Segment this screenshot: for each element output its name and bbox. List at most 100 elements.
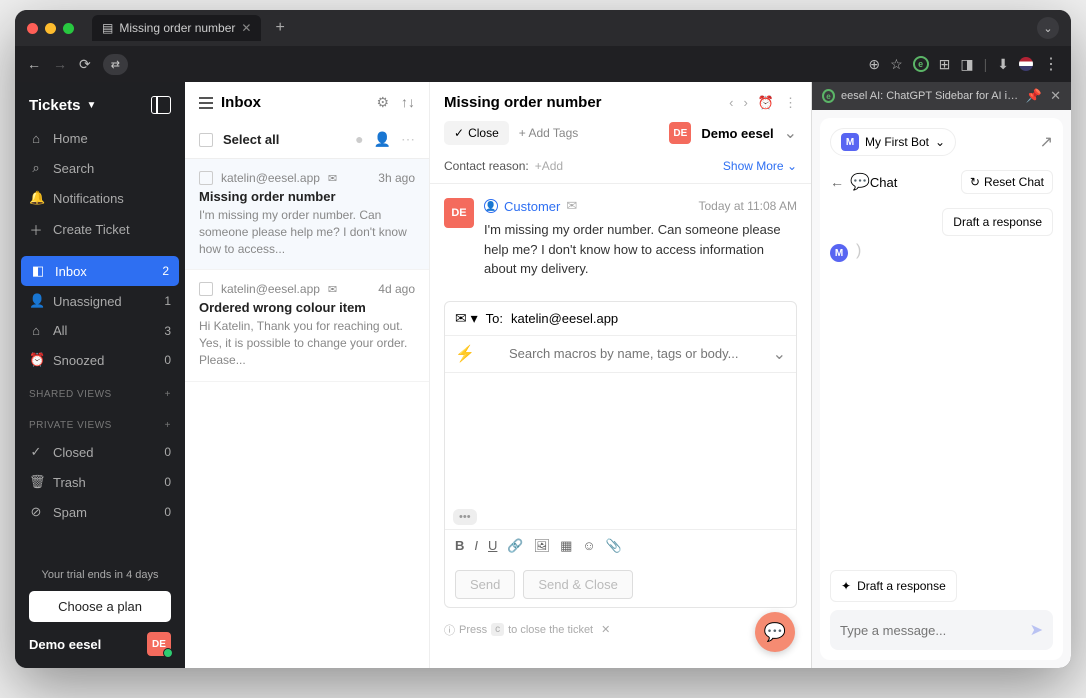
- pin-icon[interactable]: 📌: [1026, 88, 1042, 104]
- site-settings[interactable]: ⇄: [103, 54, 128, 75]
- profile-icon[interactable]: [1019, 57, 1033, 71]
- next-ticket[interactable]: ›: [743, 95, 747, 111]
- reload-button[interactable]: ⟳: [79, 56, 91, 73]
- sidepanel-icon[interactable]: ◨: [960, 56, 973, 73]
- link-button[interactable]: 🔗: [507, 538, 523, 554]
- ticket-checkbox[interactable]: [199, 171, 213, 185]
- browser-menu[interactable]: ⋮: [1043, 54, 1059, 74]
- count: 0: [164, 445, 171, 459]
- envelope-icon: ✉: [328, 283, 337, 296]
- sort-icon[interactable]: ↑↓: [401, 94, 415, 111]
- expand-icon[interactable]: ↗: [1040, 132, 1053, 152]
- avatar[interactable]: DE: [147, 632, 171, 656]
- select-all-checkbox[interactable]: [199, 133, 213, 147]
- assignee-name[interactable]: Demo eesel: [701, 126, 773, 141]
- label: Notifications: [53, 191, 124, 206]
- sidebar-nav-search[interactable]: ⌕Search: [15, 153, 185, 183]
- sidebar-nav-create-ticket[interactable]: ＋Create Ticket: [15, 213, 185, 246]
- eesel-extension-icon[interactable]: e: [913, 56, 929, 72]
- chevron-down-icon[interactable]: ▼: [86, 100, 96, 111]
- snooze-icon[interactable]: ⏰: [758, 95, 774, 111]
- italic-button[interactable]: I: [474, 538, 478, 553]
- dismiss-hint[interactable]: ✕: [601, 623, 610, 636]
- channel-selector[interactable]: ✉ ▾: [455, 310, 478, 327]
- bold-button[interactable]: B: [455, 538, 464, 553]
- toolbar-toggle[interactable]: •••: [453, 509, 477, 525]
- ticket-item[interactable]: katelin@eesel.app✉3h agoMissing order nu…: [185, 159, 429, 270]
- label: All: [53, 323, 67, 338]
- more-icon[interactable]: ⋯: [401, 131, 415, 148]
- refresh-icon: ↻: [970, 175, 980, 189]
- count: 3: [164, 324, 171, 338]
- send-message-button[interactable]: ➤: [1030, 620, 1043, 640]
- ticket-subject: Missing order number: [199, 189, 415, 204]
- ticket-item[interactable]: katelin@eesel.app✉4d agoOrdered wrong co…: [185, 270, 429, 381]
- ticket-from: katelin@eesel.app: [221, 171, 320, 185]
- close-sidebar-icon[interactable]: ✕: [1050, 88, 1061, 104]
- choose-plan-button[interactable]: Choose a plan: [29, 591, 171, 622]
- add-shared-view[interactable]: +: [165, 389, 171, 400]
- chevron-down-icon[interactable]: ⌄: [773, 344, 786, 364]
- forward-button[interactable]: →: [53, 56, 67, 72]
- sidebar-box-all[interactable]: ⌂All3: [15, 316, 185, 345]
- tabs-dropdown[interactable]: ⌄: [1037, 17, 1059, 39]
- inbox-title: Inbox: [221, 94, 261, 111]
- add-reason-button[interactable]: +Add: [535, 159, 563, 173]
- prev-ticket[interactable]: ‹: [729, 95, 733, 111]
- window-controls[interactable]: [27, 23, 74, 34]
- add-tags-button[interactable]: + Add Tags: [519, 126, 579, 140]
- reset-chat-button[interactable]: ↻Reset Chat: [961, 170, 1053, 194]
- sidebar-box-unassigned[interactable]: 👤Unassigned1: [15, 286, 185, 316]
- browser-tab[interactable]: ▤ Missing order number ✕: [92, 15, 261, 41]
- underline-button[interactable]: U: [488, 538, 497, 553]
- thread-menu[interactable]: ⋮: [784, 95, 797, 111]
- sidebar-box-snoozed[interactable]: ⏰Snoozed0: [15, 345, 185, 375]
- customer-link[interactable]: Customer: [504, 199, 560, 214]
- page-icon: ▤: [102, 21, 113, 35]
- close-icon[interactable]: ✕: [241, 21, 251, 35]
- to-value[interactable]: katelin@eesel.app: [511, 311, 618, 326]
- message-input[interactable]: [840, 623, 1030, 638]
- extensions-icon[interactable]: ⊞: [939, 56, 951, 73]
- filter-icon[interactable]: ⚙: [376, 94, 389, 111]
- macro-icon[interactable]: ⚡: [455, 344, 475, 364]
- compose-body[interactable]: [445, 373, 796, 503]
- sidebar-box-inbox[interactable]: ◧Inbox2: [21, 256, 179, 286]
- bookmark-icon[interactable]: ☆: [890, 56, 903, 73]
- icon: ⊘: [29, 504, 43, 520]
- zoom-icon[interactable]: ⊕: [868, 56, 880, 73]
- sidebar-nav-notifications[interactable]: 🔔Notifications: [15, 183, 185, 213]
- toggle-panel-icon[interactable]: [151, 96, 171, 114]
- bot-selector[interactable]: M My First Bot ⌄: [830, 128, 956, 156]
- status-icon[interactable]: ●: [355, 131, 363, 148]
- hint-key: c: [491, 623, 504, 636]
- new-tab-button[interactable]: +: [275, 19, 284, 37]
- ticket-checkbox[interactable]: [199, 282, 213, 296]
- send-button[interactable]: Send: [455, 570, 515, 599]
- sidebar-view-closed[interactable]: ✓Closed0: [15, 437, 185, 467]
- divider: |: [984, 56, 988, 72]
- macro-search-input[interactable]: [483, 346, 765, 361]
- chevron-down-icon[interactable]: ⌄: [784, 123, 797, 143]
- attach-button[interactable]: 📎: [606, 538, 622, 554]
- chat-fab[interactable]: 💬: [755, 612, 795, 652]
- sidebar-nav-home[interactable]: ⌂Home: [15, 124, 185, 153]
- sidebar-view-spam[interactable]: ⊘Spam0: [15, 497, 185, 527]
- video-button[interactable]: ▦: [560, 538, 572, 554]
- close-ticket-button[interactable]: ✓Close: [444, 121, 509, 145]
- image-button[interactable]: 🖼: [534, 538, 551, 554]
- draft-response-button[interactable]: ✦Draft a response: [830, 570, 957, 602]
- sidebar-view-trash[interactable]: 🗑Trash0: [15, 467, 185, 497]
- send-close-button[interactable]: Send & Close: [523, 570, 633, 599]
- back-button[interactable]: ←: [830, 174, 844, 190]
- bot-avatar: M: [841, 133, 859, 151]
- assign-icon[interactable]: 👤: [374, 131, 391, 148]
- emoji-button[interactable]: ☺: [582, 538, 595, 553]
- trial-notice: Your trial ends in 4 days: [29, 569, 171, 581]
- back-button[interactable]: ←: [27, 56, 41, 72]
- downloads-icon[interactable]: ⬇: [997, 56, 1009, 73]
- show-more-button[interactable]: Show More ⌄: [723, 159, 797, 173]
- draft-response-chip[interactable]: Draft a response: [942, 208, 1053, 236]
- add-private-view[interactable]: +: [165, 420, 171, 431]
- label: Unassigned: [53, 294, 122, 309]
